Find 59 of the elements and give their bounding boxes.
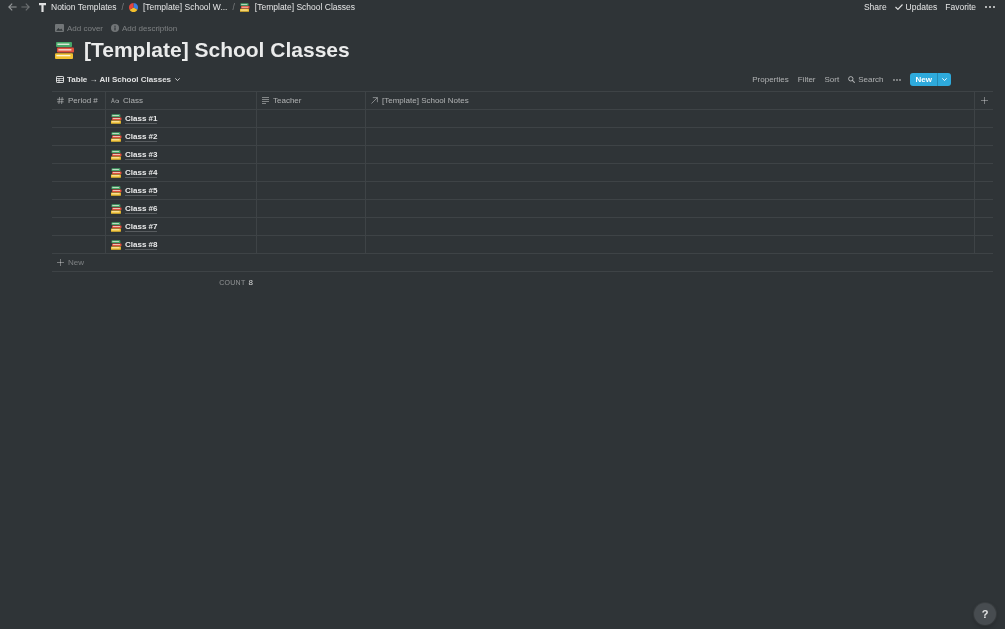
help-button[interactable]: ? [974,603,996,625]
page-link[interactable]: Class #6 [125,203,158,214]
info-icon [111,24,120,32]
toolbar-button[interactable]: Filter [797,75,816,84]
page-link[interactable]: Class #4 [125,167,158,178]
books-icon [111,113,122,124]
page-link[interactable]: Class #8 [125,239,158,250]
check-icon [894,4,903,10]
view-selector[interactable]: Table → All School Classes [56,75,181,84]
pillar-icon [39,2,46,12]
breadcrumb-link[interactable]: [Template] School W... [128,2,228,12]
page-link[interactable]: Class #7 [125,221,158,232]
breadcrumb-separator: / [232,2,235,12]
column-header[interactable]: Period # [52,92,106,110]
books-icon [111,221,122,232]
column-header[interactable]: [Template] School Notes [366,92,975,110]
updates-button[interactable]: Updates [894,2,938,12]
page-link[interactable]: Class #3 [125,149,158,160]
breadcrumb-link[interactable]: [Template] School Classes [239,2,356,12]
count-value: 8 [248,277,253,287]
books-icon [111,185,122,196]
back-button[interactable] [8,3,17,11]
hash-icon [57,97,64,104]
page-link[interactable]: Class #2 [125,131,158,142]
books-icon [111,239,122,250]
page-link[interactable]: Class #1 [125,113,158,124]
breadcrumb-separator: / [121,2,124,12]
books-icon [239,2,250,12]
search-button[interactable]: Search [848,75,884,84]
toolbar-button[interactable]: Properties [752,75,789,84]
column-header[interactable]: Class [106,92,257,110]
breadcrumb-link[interactable]: Notion Templates [39,2,117,12]
image-icon [55,24,64,32]
search-icon [848,76,856,83]
forward-button[interactable] [21,3,30,11]
chevron-down-icon [942,78,947,81]
arrow-up-right-icon [371,97,378,104]
chevron-down-icon [175,78,181,81]
column-header[interactable]: Teacher [257,92,366,110]
font-icon [111,98,119,103]
books-icon [111,167,122,178]
segmented-circle-icon [128,2,138,12]
page-title: [Template] School Classes [84,39,350,61]
books-icon [111,131,122,142]
books-icon [111,149,122,160]
plus-icon [57,259,64,266]
books-icon [111,203,122,214]
text-lines-icon [262,97,269,104]
forward-arrow-icon [21,3,30,11]
plus-icon[interactable] [980,97,988,104]
table-icon [56,76,64,83]
back-arrow-icon [8,3,17,11]
topbar-button[interactable]: Favorite [945,2,976,12]
books-icon [55,41,75,59]
new-dropdown-button[interactable] [937,73,951,86]
more-icon[interactable] [892,78,901,81]
page-link[interactable]: Class #5 [125,185,158,196]
toolbar-button[interactable]: Sort [824,75,840,84]
topbar-button[interactable]: Share [863,2,887,12]
